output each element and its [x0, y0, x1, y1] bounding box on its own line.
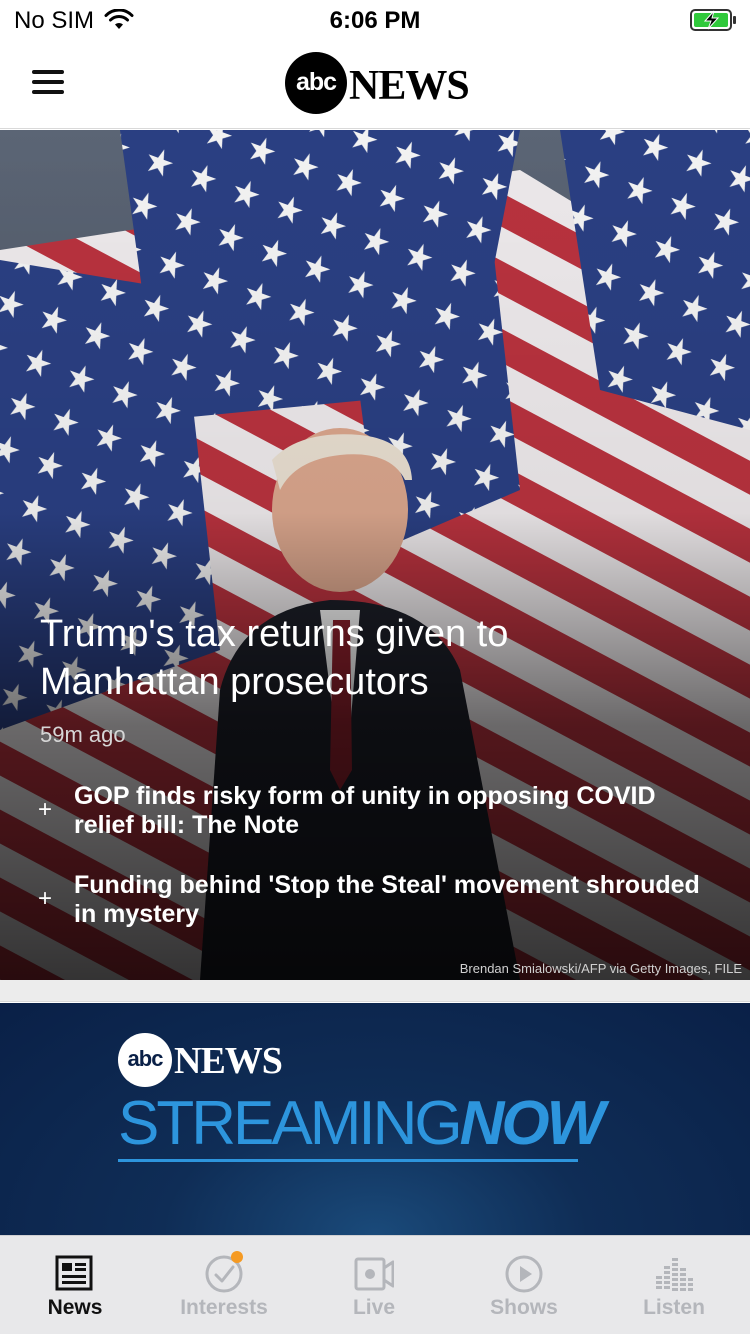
- hero-story[interactable]: Trump's tax returns given to Manhattan p…: [0, 130, 750, 980]
- status-time: 6:06 PM: [329, 7, 421, 34]
- hamburger-menu-icon: [32, 70, 64, 74]
- hero-timestamp: 59m ago: [40, 722, 126, 747]
- tab-label: News: [47, 1296, 103, 1319]
- related-story-1[interactable]: + GOP finds risky form of unity in oppos…: [0, 782, 750, 842]
- tab-listen[interactable]: Listen: [599, 1236, 749, 1334]
- tab-news[interactable]: News: [0, 1236, 150, 1334]
- bottom-tab-bar: News Interests Live Shows Listen: [0, 1235, 750, 1334]
- streaming-now-title: STREAMINGNOW: [118, 1089, 605, 1158]
- photo-credit: Brendan Smialowski/AFP via Getty Images,…: [459, 961, 742, 976]
- menu-button[interactable]: [26, 60, 70, 104]
- hero-headline[interactable]: Trump's tax returns given to Manhattan p…: [40, 610, 660, 706]
- abc-logo-mark: abc: [285, 52, 347, 114]
- tab-live[interactable]: Live: [299, 1236, 449, 1334]
- tab-label: Shows: [490, 1296, 558, 1319]
- tab-label: Live: [352, 1296, 396, 1319]
- abc-news-logo: abc NEWS: [118, 1033, 318, 1093]
- equalizer-icon: [656, 1258, 693, 1291]
- status-bar: No SIM 6:06 PM: [0, 0, 750, 40]
- notification-badge: [231, 1251, 243, 1263]
- plus-icon: +: [38, 885, 53, 912]
- plus-icon: +: [38, 796, 53, 823]
- related-story-title: Funding behind 'Stop the Steal' movement…: [74, 871, 700, 928]
- tab-interests[interactable]: Interests: [149, 1236, 299, 1334]
- related-story-2[interactable]: + Funding behind 'Stop the Steal' moveme…: [0, 871, 750, 931]
- play-circle-icon: [505, 1255, 543, 1293]
- title-underline: [118, 1159, 578, 1162]
- app-header: abc NEWS: [0, 40, 750, 129]
- video-camera-icon: [354, 1257, 394, 1291]
- section-divider: [0, 980, 750, 1002]
- streaming-now-banner[interactable]: abc NEWS STREAMINGNOW: [0, 1003, 750, 1235]
- tab-shows[interactable]: Shows: [449, 1236, 599, 1334]
- abc-news-logo: abc NEWS: [285, 52, 475, 118]
- tab-label: Interests: [180, 1296, 268, 1319]
- newspaper-icon: [55, 1255, 93, 1291]
- related-story-title: GOP finds risky form of unity in opposin…: [74, 782, 656, 839]
- battery-charging-icon: [690, 9, 736, 31]
- tab-label: Listen: [643, 1296, 705, 1319]
- news-wordmark: NEWS: [174, 1040, 283, 1082]
- news-wordmark: NEWS: [349, 63, 470, 109]
- abc-logo-mark: abc: [118, 1033, 172, 1087]
